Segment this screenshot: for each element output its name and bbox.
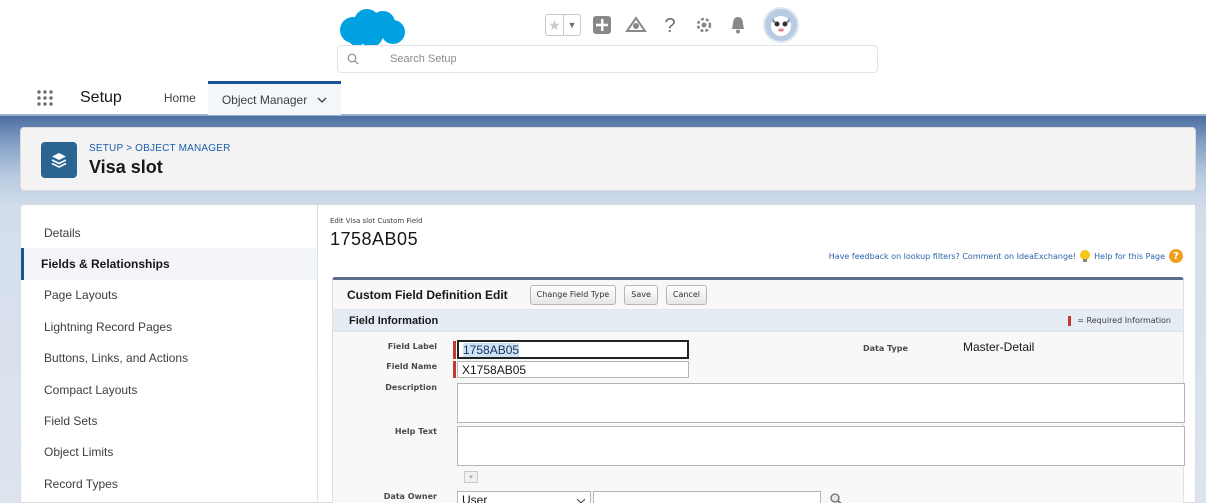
field-label-label: Field Label	[387, 342, 437, 351]
cancel-button[interactable]: Cancel	[665, 284, 707, 305]
help-for-page-link[interactable]: Help for this Page	[1094, 252, 1165, 261]
sidebar: Details Fields & Relationships Page Layo…	[20, 204, 317, 503]
star-icon[interactable]: ★	[546, 15, 564, 35]
global-actions: ★ ▼ ?	[545, 7, 799, 43]
layers-icon	[41, 142, 77, 178]
edit-subtitle: Edit Visa slot Custom Field	[330, 217, 423, 225]
section-header: Custom Field Definition Edit Change Fiel…	[333, 280, 1183, 310]
field-label-value: 1758AB05	[463, 342, 520, 357]
lookup-icon[interactable]	[829, 492, 845, 503]
avatar[interactable]	[763, 7, 799, 43]
field-label-input[interactable]: 1758AB05	[457, 340, 689, 359]
data-type-label: Data Type	[863, 344, 908, 353]
help-circle-icon[interactable]: ?	[1169, 249, 1183, 263]
main-content: Edit Visa slot Custom Field 1758AB05 Hav…	[318, 204, 1196, 503]
tab-object-manager-label: Object Manager	[221, 92, 308, 107]
description-textarea[interactable]	[457, 383, 1185, 423]
field-name-value: X1758AB05	[462, 362, 527, 377]
help-line: Have feedback on lookup filters? Comment…	[829, 249, 1183, 263]
custom-field-definition-section: Custom Field Definition Edit Change Fiel…	[332, 277, 1185, 503]
plus-icon[interactable]	[589, 12, 615, 38]
tab-home-label: Home	[163, 91, 196, 105]
sidebar-item-fields-relationships[interactable]: Fields & Relationships	[21, 248, 317, 280]
save-button[interactable]: Save	[624, 284, 658, 305]
sidebar-item-page-layouts[interactable]: Page Layouts	[21, 280, 317, 311]
sidebar-item-buttons-links-actions[interactable]: Buttons, Links, and Actions	[21, 343, 317, 374]
field-form: Field Label 1758AB05 Data Type Master-De…	[333, 332, 1185, 503]
bell-icon[interactable]	[725, 12, 751, 38]
search-box[interactable]	[337, 45, 878, 73]
change-field-type-button[interactable]: Change Field Type	[529, 284, 617, 305]
insert-merge-field-button[interactable]: +	[464, 471, 478, 483]
help-text-label: Help Text	[394, 427, 437, 436]
help-icon[interactable]: ?	[657, 12, 683, 38]
required-marker-icon	[453, 361, 456, 378]
sidebar-item-field-sets[interactable]: Field Sets	[21, 405, 317, 436]
required-marker-icon	[453, 341, 456, 359]
field-name-input[interactable]: X1758AB05	[457, 361, 689, 378]
chevron-down-icon[interactable]	[317, 97, 327, 103]
lightbulb-icon	[1078, 249, 1092, 263]
subsection-title: Field Information	[349, 314, 439, 327]
feedback-link[interactable]: Have feedback on lookup filters? Comment…	[829, 252, 1076, 261]
tab-home[interactable]: Home	[152, 81, 208, 115]
field-name-label: Field Name	[386, 362, 437, 371]
description-label: Description	[385, 383, 437, 392]
data-owner-lookup-input[interactable]	[593, 491, 821, 503]
data-owner-value: User	[462, 492, 488, 503]
global-header: ★ ▼ ?	[0, 0, 1206, 82]
nav-bar: Setup Home Object Manager	[0, 81, 1206, 116]
sidebar-item-record-types[interactable]: Record Types	[21, 468, 317, 499]
data-owner-label: Data Owner	[383, 492, 437, 501]
object-header: SETUP > OBJECT MANAGER Visa slot	[20, 127, 1196, 191]
field-information-header: Field Information = Required Information	[333, 310, 1183, 332]
app-launcher-icon[interactable]	[30, 83, 60, 113]
app-name: Setup	[80, 89, 122, 106]
required-marker-icon	[1068, 315, 1072, 326]
sidebar-item-compact-layouts[interactable]: Compact Layouts	[21, 374, 317, 405]
svg-text:?: ?	[664, 15, 675, 36]
salesforce-logo[interactable]	[337, 8, 407, 48]
search-icon	[338, 46, 368, 72]
tab-object-manager[interactable]: Object Manager	[207, 81, 342, 115]
chevron-down-icon[interactable]: ▼	[564, 15, 580, 35]
edit-title: 1758AB05	[330, 229, 419, 249]
gear-icon[interactable]	[691, 12, 717, 38]
sidebar-item-object-limits[interactable]: Object Limits	[21, 437, 317, 468]
section-title: Custom Field Definition Edit	[347, 287, 508, 302]
breadcrumb[interactable]: SETUP > OBJECT MANAGER	[89, 143, 231, 154]
required-legend-text: = Required Information	[1077, 316, 1171, 325]
sidebar-item-lightning-record-pages[interactable]: Lightning Record Pages	[21, 311, 317, 342]
favorites-group: ★ ▼	[545, 14, 581, 36]
help-text-textarea[interactable]	[457, 426, 1185, 466]
chevron-down-icon	[576, 493, 586, 503]
data-type-value: Master-Detail	[963, 340, 1035, 354]
data-owner-select[interactable]: User	[457, 491, 591, 503]
required-legend: = Required Information	[1068, 315, 1171, 326]
search-input[interactable]	[368, 53, 838, 65]
page-title: Visa slot	[89, 157, 163, 177]
trailhead-icon[interactable]	[623, 12, 649, 38]
sidebar-item-details[interactable]: Details	[21, 217, 317, 248]
